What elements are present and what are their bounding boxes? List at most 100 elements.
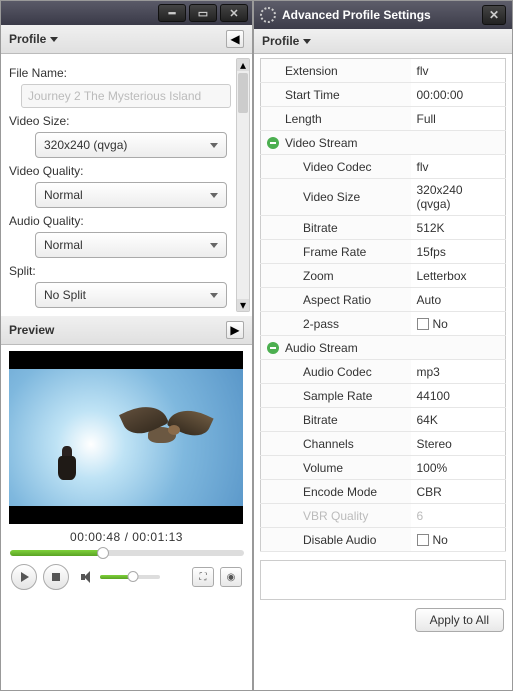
preview-figure (54, 446, 84, 491)
window-titlebar: ━ ▭ ✕ (1, 1, 252, 25)
stop-icon (52, 573, 60, 581)
value-disable-audio[interactable]: No (411, 528, 506, 552)
preview-expand-button[interactable]: ▶ (226, 321, 244, 339)
value-encode-mode[interactable]: CBR (411, 480, 506, 504)
playback-controls: ⛶ ◉ (9, 564, 244, 598)
video-preview[interactable] (9, 351, 243, 524)
advanced-title: Advanced Profile Settings (282, 8, 431, 22)
profile-form: ▴ ▾ File Name: Journey 2 The Mysterious … (1, 54, 252, 316)
video-size-select[interactable]: 320x240 (qvga) (35, 132, 227, 158)
scroll-up-icon[interactable]: ▴ (237, 59, 249, 71)
audio-quality-label: Audio Quality: (9, 214, 244, 228)
row-zoom: ZoomLetterbox (261, 264, 506, 288)
value-audio-codec[interactable]: mp3 (411, 360, 506, 384)
play-icon (21, 572, 29, 582)
chevron-down-icon (210, 193, 218, 198)
row-volume: Volume100% (261, 456, 506, 480)
value-zoom[interactable]: Letterbox (411, 264, 506, 288)
video-quality-select[interactable]: Normal (35, 182, 227, 208)
chevron-down-icon (210, 293, 218, 298)
advanced-body: Extensionflv Start Time00:00:00 LengthFu… (254, 54, 512, 690)
profile-section-title: Profile (9, 32, 58, 46)
row-aspect-ratio: Aspect RatioAuto (261, 288, 506, 312)
row-video-codec: Video Codecflv (261, 155, 506, 179)
description-box (260, 560, 506, 600)
profile-section-header[interactable]: Profile ◀ (1, 25, 252, 54)
video-quality-label: Video Quality: (9, 164, 244, 178)
row-encode-mode: Encode ModeCBR (261, 480, 506, 504)
value-start-time[interactable]: 00:00:00 (411, 83, 506, 107)
stop-button[interactable] (43, 564, 69, 590)
apply-to-all-button[interactable]: Apply to All (415, 608, 504, 632)
adv-profile-header[interactable]: Profile (254, 29, 512, 54)
adv-profile-title: Profile (262, 34, 311, 48)
value-sample-rate[interactable]: 44100 (411, 384, 506, 408)
seek-slider[interactable] (10, 550, 244, 556)
row-start-time: Start Time00:00:00 (261, 83, 506, 107)
row-2-pass: 2-passNo (261, 312, 506, 336)
playback-time: 00:00:48 / 00:01:13 (9, 524, 244, 548)
preview-bird (118, 405, 208, 465)
value-video-codec[interactable]: flv (411, 155, 506, 179)
row-audio-bitrate: Bitrate64K (261, 408, 506, 432)
scroll-down-icon[interactable]: ▾ (237, 299, 249, 311)
row-audio-codec: Audio Codecmp3 (261, 360, 506, 384)
advanced-titlebar: Advanced Profile Settings ✕ (254, 1, 512, 29)
advanced-close-button[interactable]: ✕ (482, 5, 506, 25)
row-length: LengthFull (261, 107, 506, 131)
preview-body: 00:00:48 / 00:01:13 ⛶ ◉ (1, 345, 252, 604)
close-button[interactable]: ✕ (220, 4, 248, 22)
minimize-button[interactable]: ━ (158, 4, 186, 22)
profile-property-grid: Extensionflv Start Time00:00:00 LengthFu… (260, 58, 506, 552)
collapse-icon[interactable] (267, 137, 279, 149)
split-label: Split: (9, 264, 244, 278)
value-channels[interactable]: Stereo (411, 432, 506, 456)
value-length[interactable]: Full (411, 107, 506, 131)
value-audio-bitrate[interactable]: 64K (411, 408, 506, 432)
audio-quality-select[interactable]: Normal (35, 232, 227, 258)
profile-collapse-button[interactable]: ◀ (226, 30, 244, 48)
value-frame-rate[interactable]: 15fps (411, 240, 506, 264)
seek-knob[interactable] (97, 547, 109, 559)
checkbox-icon[interactable] (417, 534, 429, 546)
row-vbr-quality: VBR Quality6 (261, 504, 506, 528)
value-aspect-ratio[interactable]: Auto (411, 288, 506, 312)
volume-slider[interactable] (100, 575, 160, 579)
row-sample-rate: Sample Rate44100 (261, 384, 506, 408)
maximize-button[interactable]: ▭ (189, 4, 217, 22)
row-video-stream: Video Stream (261, 131, 506, 155)
snapshot-button[interactable]: ◉ (220, 567, 242, 587)
collapse-icon[interactable] (267, 342, 279, 354)
checkbox-icon[interactable] (417, 318, 429, 330)
row-disable-audio: Disable AudioNo (261, 528, 506, 552)
value-2-pass[interactable]: No (411, 312, 506, 336)
value-volume[interactable]: 100% (411, 456, 506, 480)
row-extension: Extensionflv (261, 59, 506, 83)
advanced-settings-panel: Advanced Profile Settings ✕ Profile Exte… (253, 0, 513, 691)
left-panel: ━ ▭ ✕ Profile ◀ ▴ ▾ File Name: Journey 2… (0, 0, 253, 691)
value-vbr-quality: 6 (411, 504, 506, 528)
split-select[interactable]: No Split (35, 282, 227, 308)
volume-icon[interactable] (81, 571, 94, 583)
file-name-label: File Name: (9, 66, 244, 80)
file-name-field: Journey 2 The Mysterious Island (21, 84, 231, 108)
video-size-label: Video Size: (9, 114, 244, 128)
row-audio-stream: Audio Stream (261, 336, 506, 360)
fullscreen-button[interactable]: ⛶ (192, 567, 214, 587)
volume-knob[interactable] (128, 571, 139, 582)
row-bitrate: Bitrate512K (261, 216, 506, 240)
value-extension[interactable]: flv (411, 59, 506, 83)
preview-section-title: Preview (9, 323, 54, 337)
form-scrollbar[interactable]: ▴ ▾ (236, 58, 250, 312)
chevron-down-icon (210, 243, 218, 248)
scroll-thumb[interactable] (238, 73, 248, 113)
play-button[interactable] (11, 564, 37, 590)
value-bitrate[interactable]: 512K (411, 216, 506, 240)
chevron-down-icon (210, 143, 218, 148)
row-video-size: Video Size320x240 (qvga) (261, 179, 506, 216)
value-video-size[interactable]: 320x240 (qvga) (411, 179, 506, 216)
row-channels: ChannelsStereo (261, 432, 506, 456)
row-frame-rate: Frame Rate15fps (261, 240, 506, 264)
gear-icon (260, 7, 276, 23)
preview-section-header[interactable]: Preview ▶ (1, 316, 252, 345)
